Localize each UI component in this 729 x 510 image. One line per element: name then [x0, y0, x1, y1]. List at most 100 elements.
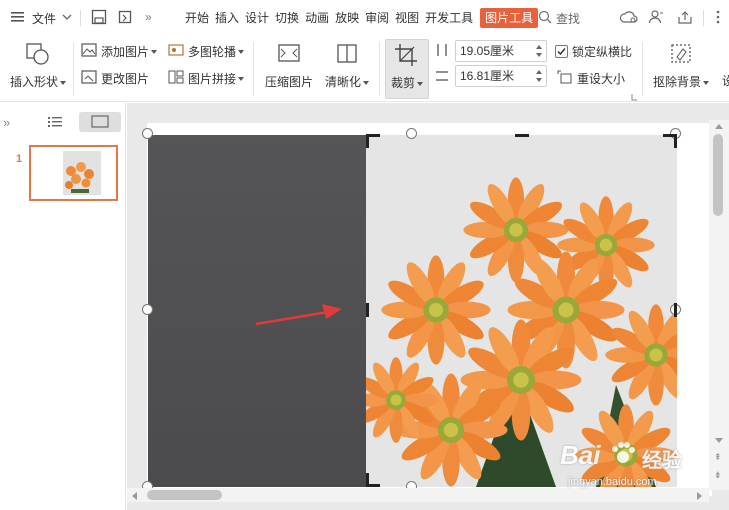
- slides-panel: » 1: [0, 103, 126, 510]
- expand-panel-icon[interactable]: »: [3, 115, 10, 130]
- tab-picture-tools[interactable]: 图片工具: [480, 8, 539, 28]
- crop-handle-middle-left[interactable]: [366, 303, 369, 317]
- crop-icon: [394, 43, 420, 70]
- crop-handle-middle-right[interactable]: [674, 303, 677, 317]
- shape-icon: [25, 42, 51, 69]
- lock-aspect-checkbox[interactable]: [555, 45, 568, 58]
- compress-picture-button[interactable]: 压缩图片: [262, 42, 316, 90]
- resize-handle-middle-left[interactable]: [142, 304, 153, 315]
- flower-photo[interactable]: [366, 135, 677, 487]
- tab-insert[interactable]: 插入: [212, 8, 242, 28]
- scroll-right-arrow-icon[interactable]: [697, 492, 702, 500]
- more-options-icon[interactable]: [715, 9, 721, 28]
- picture-collage-button[interactable]: 图片拼接: [168, 70, 245, 87]
- height-value: 19.05厘米: [460, 44, 515, 58]
- hamburger-menu-icon[interactable]: [10, 10, 26, 24]
- tab-design[interactable]: 设计: [242, 8, 272, 28]
- compress-picture-label: 压缩图片: [264, 75, 313, 89]
- tab-view[interactable]: 视图: [392, 8, 422, 28]
- crop-button[interactable]: 裁剪: [385, 39, 429, 99]
- reset-size-icon: [557, 70, 573, 87]
- slides-view-tab[interactable]: [79, 112, 121, 132]
- slide-number: 1: [16, 153, 23, 165]
- width-icon: [435, 68, 449, 87]
- reset-size-label: 重设大小: [577, 72, 626, 86]
- height-icon: [435, 42, 449, 61]
- remove-background-icon: [668, 42, 694, 69]
- tab-start[interactable]: 开始: [182, 8, 212, 28]
- search-label[interactable]: 查找: [556, 10, 580, 27]
- sharpen-label: 清晰化: [324, 75, 361, 89]
- previous-page-icon[interactable]: ⇞: [714, 452, 722, 463]
- scroll-down-arrow-icon[interactable]: [715, 438, 723, 443]
- lock-aspect-label: 锁定纵横比: [572, 45, 633, 59]
- remove-background-button[interactable]: 抠除背景: [650, 42, 712, 90]
- crop-handle-top-left-vertical[interactable]: [366, 134, 369, 148]
- more-chevrons-icon[interactable]: »: [145, 10, 152, 24]
- add-picture-button[interactable]: 添加图片: [81, 43, 158, 60]
- vertical-scroll-thumb[interactable]: [713, 134, 723, 216]
- baidu-jingyan-watermark: Bai 经验 jingyan.baidu.com: [560, 436, 700, 492]
- size-dialog-launcher-icon[interactable]: [631, 90, 638, 104]
- horizontal-scroll-thumb[interactable]: [147, 490, 222, 500]
- menu-bar: 文件 » 开始 插入 设计 切换 动画 放映 审阅 视图 开发工具 图片工具 查…: [0, 0, 729, 36]
- red-arrow-annotation: [255, 304, 342, 326]
- truncated-toolbar-item[interactable]: 设: [722, 72, 729, 89]
- insert-shape-button[interactable]: 插入形状: [8, 42, 68, 90]
- file-menu-chevron-icon[interactable]: [62, 11, 72, 25]
- slide-thumbnail-image: [63, 151, 101, 195]
- sharpen-icon: [334, 42, 360, 69]
- remove-background-label: 抠除背景: [652, 75, 701, 89]
- save-icon[interactable]: [91, 9, 107, 28]
- chrysanthemum-image: [366, 135, 677, 487]
- crop-handle-top-right-vertical[interactable]: [674, 134, 677, 148]
- height-stepper[interactable]: [536, 42, 544, 60]
- lock-aspect-ratio-toggle[interactable]: 锁定纵横比: [555, 43, 632, 60]
- tab-developer[interactable]: 开发工具: [422, 8, 476, 28]
- watermark-brand: Bai: [560, 440, 601, 470]
- multi-carousel-label: 多图轮播: [188, 45, 237, 59]
- vertical-scrollbar[interactable]: ⇞ ⇟: [709, 120, 729, 490]
- tab-animation[interactable]: 动画: [302, 8, 332, 28]
- crop-handle-bottom-left-horizontal[interactable]: [366, 484, 380, 487]
- scroll-left-arrow-icon[interactable]: [132, 492, 137, 500]
- outline-view-icon[interactable]: [47, 115, 63, 132]
- tab-slideshow[interactable]: 放映: [332, 8, 362, 28]
- share-icon[interactable]: [677, 9, 693, 28]
- resize-handle-top-center[interactable]: [406, 128, 417, 139]
- file-menu[interactable]: 文件: [32, 10, 56, 27]
- reset-size-button[interactable]: 重设大小: [557, 70, 625, 87]
- height-input[interactable]: 19.05厘米: [455, 40, 547, 62]
- collage-icon: [168, 70, 184, 87]
- change-picture-icon: [81, 70, 97, 87]
- tab-review[interactable]: 审阅: [362, 8, 392, 28]
- undo-history-icon[interactable]: [118, 9, 134, 28]
- add-picture-icon: [81, 43, 97, 60]
- width-stepper[interactable]: [536, 67, 544, 85]
- compress-icon: [276, 42, 302, 69]
- search-icon[interactable]: [538, 10, 552, 27]
- user-add-icon[interactable]: [648, 9, 664, 28]
- multi-carousel-button[interactable]: 多图轮播: [168, 43, 245, 60]
- slide-thumbnail[interactable]: [29, 145, 118, 201]
- insert-shape-label: 插入形状: [9, 75, 58, 89]
- paw-icon: [610, 440, 636, 469]
- crop-handle-top-center[interactable]: [515, 134, 529, 137]
- tab-transition[interactable]: 切换: [272, 8, 302, 28]
- width-input[interactable]: 16.81厘米: [455, 65, 547, 87]
- add-picture-label: 添加图片: [101, 45, 150, 59]
- sharpen-button[interactable]: 清晰化: [320, 42, 374, 90]
- scroll-up-arrow-icon[interactable]: [715, 124, 723, 129]
- carousel-icon: [168, 43, 184, 60]
- cloud-sync-icon[interactable]: [619, 9, 638, 28]
- change-picture-button[interactable]: 更改图片: [81, 70, 149, 87]
- picture-collage-label: 图片拼接: [188, 72, 237, 86]
- watermark-brand-cn: 经验: [642, 450, 682, 472]
- slide-thumbnail-icon: [91, 115, 109, 128]
- watermark-url: jingyan.baidu.com: [568, 476, 657, 488]
- crop-label: 裁剪: [390, 76, 415, 90]
- change-picture-label: 更改图片: [101, 72, 150, 86]
- resize-handle-top-left[interactable]: [142, 128, 153, 139]
- width-value: 16.81厘米: [460, 69, 515, 83]
- next-page-icon[interactable]: ⇟: [714, 470, 722, 481]
